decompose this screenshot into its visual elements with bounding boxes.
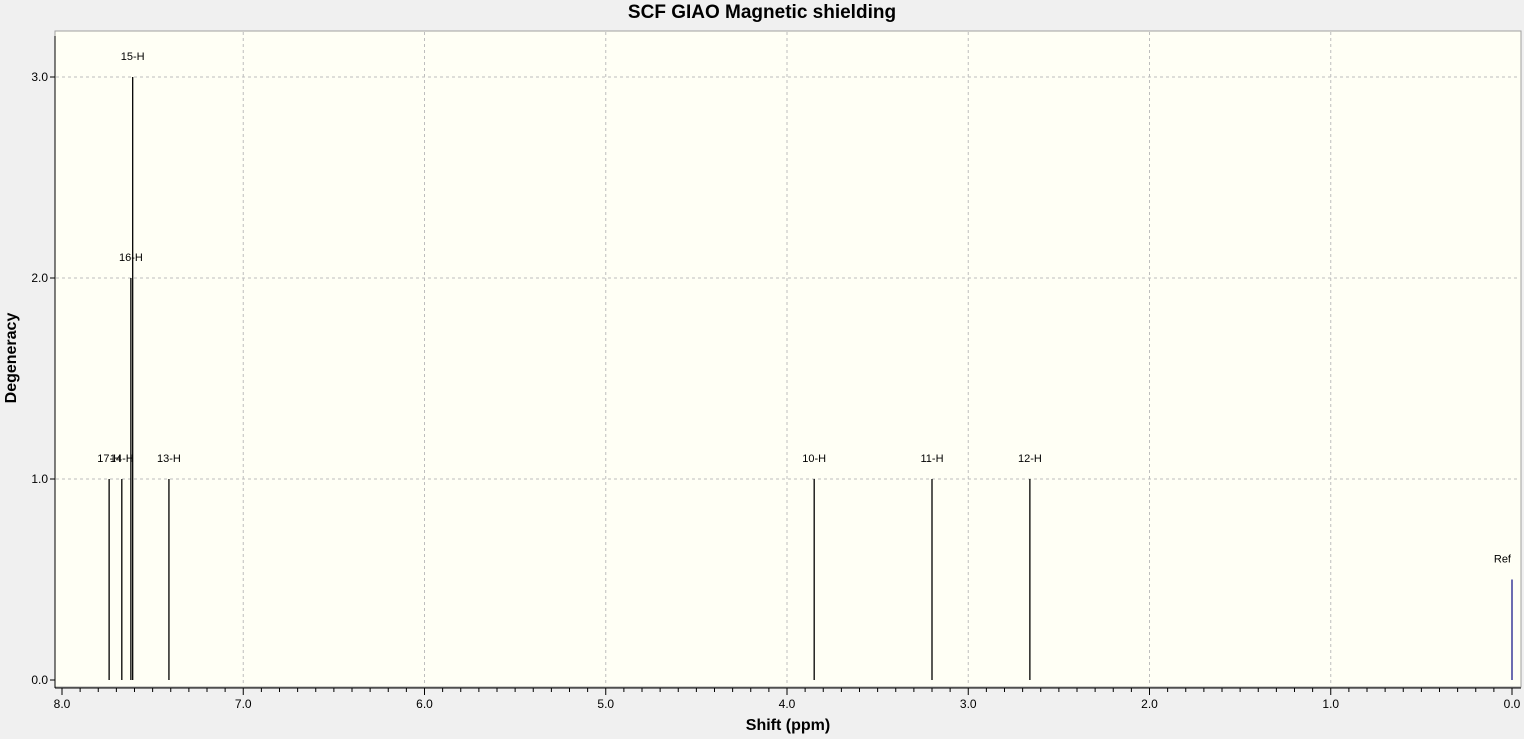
y-tick-label: 1.0 (31, 472, 48, 486)
x-tick-label: 5.0 (597, 697, 614, 711)
peak-label: 16-H (119, 252, 143, 264)
peak-label: 15-H (121, 51, 145, 63)
peak-label: 13-H (157, 453, 181, 465)
x-tick-label: 4.0 (779, 697, 796, 711)
peak-label: 14-H (110, 453, 134, 465)
spectrum-plot: 8.0 7.0 6.0 5.0 4.0 3.0 2.0 1.0 0.00.01.02.03.0 … (31, 30, 1522, 711)
peak-label: 11-H (920, 453, 943, 465)
x-tick-label: 8.0 (54, 697, 71, 711)
y-tick-label: 2.0 (31, 271, 48, 285)
peak-label: Ref (1494, 554, 1512, 566)
x-tick-label: 1.0 (1322, 697, 1339, 711)
y-tick-label: 0.0 (31, 673, 48, 687)
x-tick-label: 7.0 (235, 697, 252, 711)
x-tick-label: 2.0 (1141, 697, 1158, 711)
peak-label: 10-H (802, 453, 826, 465)
peak-label: 12-H (1018, 453, 1042, 465)
plot-area (54, 30, 1522, 688)
x-tick-label: 0.0 (1504, 697, 1521, 711)
x-tick-label: 3.0 (960, 697, 977, 711)
y-tick-label: 3.0 (31, 70, 48, 84)
x-tick-label: 6.0 (416, 697, 433, 711)
